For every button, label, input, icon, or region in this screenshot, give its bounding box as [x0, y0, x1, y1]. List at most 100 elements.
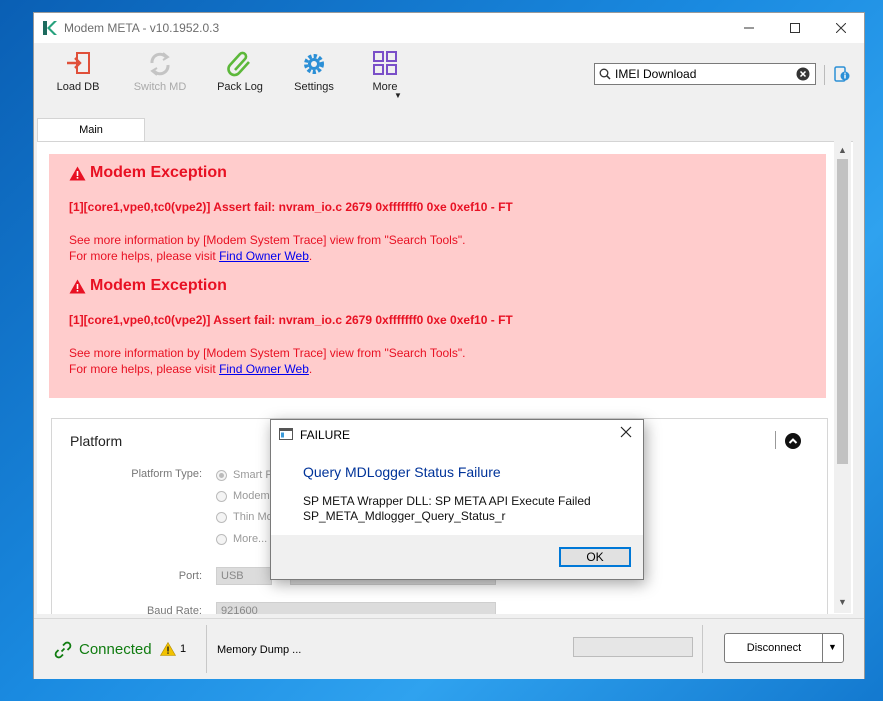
- exception-assert: [1][core1,vpe0,tc0(vpe2)] Assert fail: n…: [69, 313, 513, 327]
- status-separator: [702, 625, 703, 673]
- collapse-icon[interactable]: [785, 433, 801, 449]
- failure-dialog: FAILURE Query MDLogger Status Failure SP…: [270, 419, 644, 580]
- status-separator: [206, 625, 207, 673]
- tab-strip: Main: [34, 113, 864, 142]
- exception-assert: [1][core1,vpe0,tc0(vpe2)] Assert fail: n…: [69, 200, 513, 214]
- split-divider: [822, 634, 823, 662]
- ok-button[interactable]: OK: [559, 547, 631, 567]
- platform-option-modem[interactable]: Modem: [216, 490, 270, 502]
- platform-option-thin[interactable]: Thin Mo: [216, 511, 273, 523]
- device-info-icon[interactable]: [834, 65, 850, 83]
- baud-rate-select[interactable]: 921600: [216, 602, 496, 614]
- minimize-button[interactable]: [726, 13, 772, 43]
- platform-option-label: Thin Mo: [233, 511, 273, 523]
- settings-label: Settings: [294, 81, 334, 93]
- baud-rate-label: Baud Rate:: [146, 605, 202, 614]
- dialog-line1: SP META Wrapper DLL: SP META API Execute…: [303, 494, 591, 508]
- vertical-scrollbar[interactable]: ▲ ▼: [834, 141, 851, 613]
- exception-info-line1: See more information by [Modem System Tr…: [69, 346, 466, 360]
- platform-type-label: Platform Type:: [131, 468, 202, 480]
- panel-separator: [775, 431, 776, 449]
- close-button[interactable]: [818, 13, 864, 43]
- exception-info-suffix: .: [308, 362, 313, 376]
- warning-count: 1: [180, 643, 187, 655]
- close-icon: [836, 23, 846, 33]
- switch-md-label: Switch MD: [133, 81, 187, 93]
- platform-option-label: More...: [233, 533, 268, 545]
- radio-dot: [216, 490, 227, 502]
- disconnect-button[interactable]: Disconnect ▼: [724, 633, 844, 663]
- status-bar: Connected 1 Memory Dump ... Disconnect ▼: [34, 618, 864, 679]
- exception-info: See more information by [Modem System Tr…: [69, 345, 513, 377]
- pack-log-button[interactable]: Pack Log: [205, 51, 275, 93]
- radio-dot: [216, 533, 227, 545]
- paperclip-icon: [227, 51, 250, 77]
- platform-option-label: Modem: [233, 490, 270, 502]
- tab-main[interactable]: Main: [37, 118, 145, 142]
- load-db-label: Load DB: [56, 81, 100, 93]
- status-message: Memory Dump ...: [217, 644, 302, 656]
- dropdown-arrow-icon[interactable]: ▼: [828, 642, 837, 652]
- settings-button[interactable]: Settings: [279, 51, 349, 93]
- platform-option-more[interactable]: More...: [216, 533, 267, 545]
- dialog-body: SP META Wrapper DLL: SP META API Execute…: [303, 494, 591, 524]
- search-icon: [599, 68, 611, 80]
- more-button[interactable]: More: [350, 51, 420, 93]
- exception-title-text: Modem Exception: [90, 277, 227, 294]
- grid-icon: [373, 51, 397, 75]
- dialog-heading: Query MDLogger Status Failure: [303, 464, 501, 480]
- disconnect-label: Disconnect: [746, 642, 802, 654]
- radio-dot: [216, 511, 227, 523]
- link-icon: [54, 641, 72, 659]
- warning-icon[interactable]: [160, 642, 176, 656]
- more-dropdown-arrow-icon[interactable]: ▼: [394, 91, 402, 100]
- exception-title: Modem Exception: [69, 164, 513, 182]
- search-input[interactable]: [615, 66, 790, 82]
- gear-icon: [304, 54, 324, 74]
- search-box[interactable]: [594, 63, 816, 85]
- warning-icon: [69, 279, 86, 293]
- platform-title: Platform: [70, 433, 123, 449]
- switch-md-icon: [150, 52, 170, 76]
- maximize-icon: [790, 23, 800, 33]
- exception-title: Modem Exception: [69, 277, 513, 295]
- platform-option-label: Smart P: [233, 469, 273, 481]
- exception-info: See more information by [Modem System Tr…: [69, 232, 513, 264]
- dialog-footer: OK: [271, 535, 643, 579]
- toolbar: Load DB Switch MD Pack Log Settings More…: [34, 43, 864, 113]
- exception-block: Modem Exception [1][core1,vpe0,tc0(vpe2)…: [69, 277, 513, 377]
- maximize-button[interactable]: [772, 13, 818, 43]
- toolbar-separator: [824, 65, 825, 85]
- progress-bar: [573, 637, 693, 657]
- exception-info-prefix: For more helps, please visit: [69, 362, 220, 376]
- pack-log-label: Pack Log: [217, 81, 263, 93]
- app-logo-icon: [43, 21, 57, 35]
- exception-info-suffix: .: [308, 249, 313, 263]
- platform-option-smart[interactable]: Smart P: [216, 469, 273, 481]
- window-title: Modem META - v10.1952.0.3: [64, 21, 220, 35]
- connection-status: Connected: [79, 641, 152, 658]
- find-owner-web-link[interactable]: Find Owner Web: [219, 362, 309, 376]
- dialog-line2: SP_META_Mdlogger_Query_Status_r: [303, 509, 506, 523]
- scroll-down-icon[interactable]: ▼: [838, 597, 847, 607]
- minimize-icon: [744, 27, 754, 29]
- exception-panel: Modem Exception [1][core1,vpe0,tc0(vpe2)…: [49, 154, 826, 398]
- exception-title-text: Modem Exception: [90, 164, 227, 181]
- radio-dot: [216, 469, 227, 481]
- find-owner-web-link[interactable]: Find Owner Web: [219, 249, 309, 263]
- scroll-thumb[interactable]: [837, 159, 848, 464]
- exception-info-prefix: For more helps, please visit: [69, 249, 220, 263]
- load-db-button[interactable]: Load DB: [43, 51, 113, 93]
- exception-info-line1: See more information by [Modem System Tr…: [69, 233, 466, 247]
- dialog-title: FAILURE: [300, 428, 351, 442]
- scroll-up-icon[interactable]: ▲: [838, 145, 847, 155]
- clear-search-icon[interactable]: [796, 67, 810, 81]
- load-db-icon: [67, 52, 90, 74]
- dialog-close-icon[interactable]: [620, 426, 632, 438]
- port-select[interactable]: USB: [216, 567, 272, 585]
- switch-md-button[interactable]: Switch MD: [125, 51, 195, 93]
- exception-block: Modem Exception [1][core1,vpe0,tc0(vpe2)…: [69, 164, 513, 264]
- warning-icon: [69, 166, 86, 180]
- window-icon: [279, 428, 293, 440]
- port-label: Port:: [178, 570, 202, 582]
